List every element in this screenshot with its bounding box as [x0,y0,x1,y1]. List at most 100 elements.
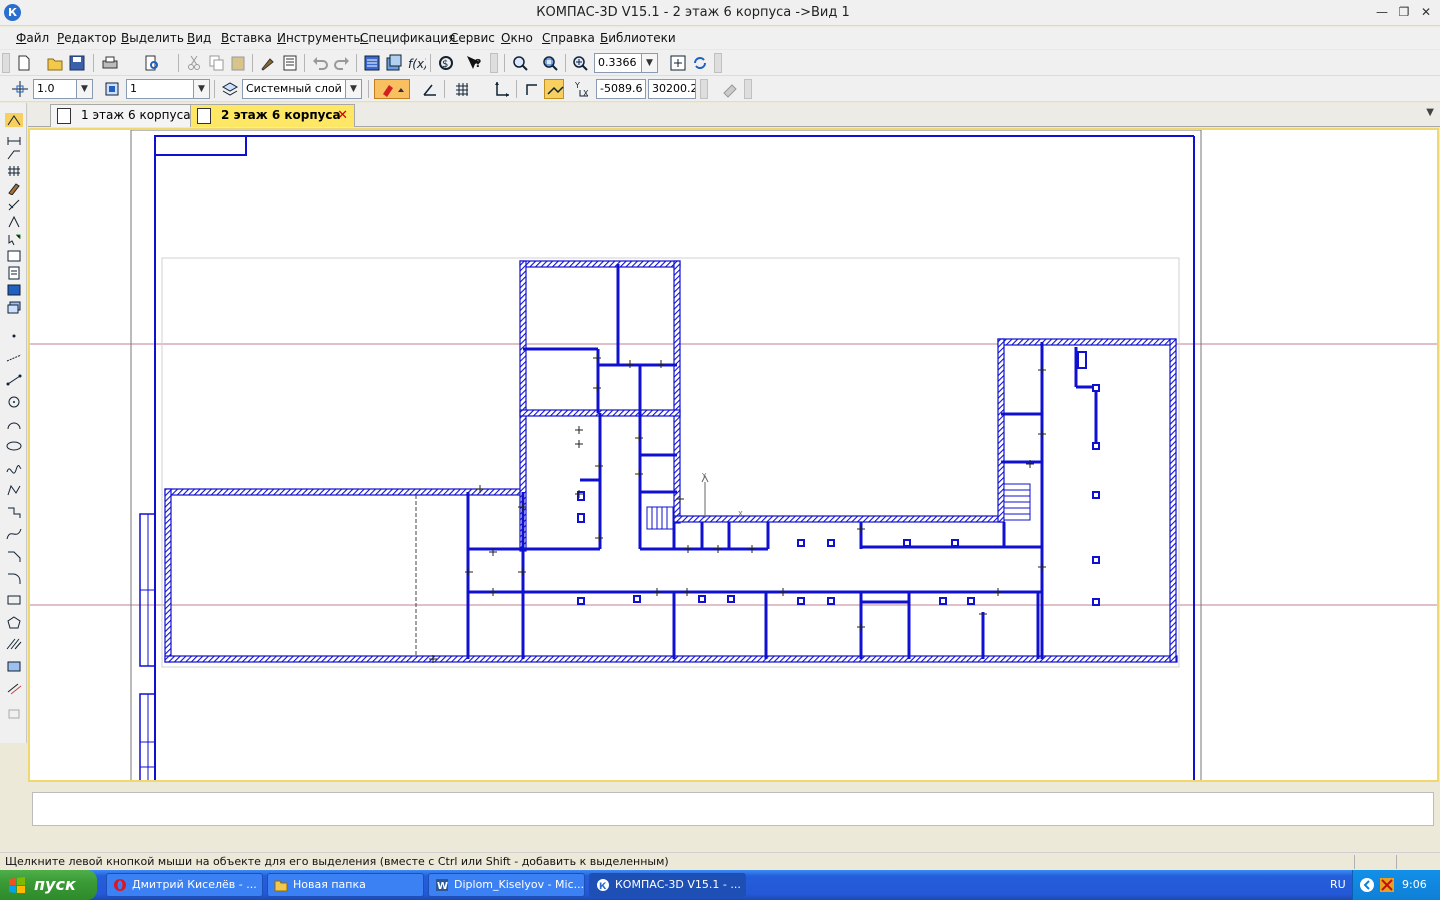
zoom-in-icon[interactable] [570,53,590,73]
cursor-x-field[interactable]: -5089.6 [596,79,646,99]
hatch-tool-icon[interactable] [5,637,23,651]
open-folder-icon[interactable] [45,53,65,73]
reports-tool-icon[interactable] [5,266,23,280]
step-dropdown-arrow-icon[interactable]: ▼ [77,79,93,99]
measure-tool-icon[interactable] [5,215,23,229]
toolbar-grip[interactable] [714,53,722,73]
properties-icon[interactable] [280,53,300,73]
local-coordinates-icon[interactable] [492,79,512,99]
zoom-window-icon[interactable] [510,53,530,73]
menu-select[interactable]: Выделить [121,31,184,45]
taskbar-item-word[interactable]: W Diplom_Kiselyov - Mic... [428,873,585,897]
zoom-dropdown-arrow-icon[interactable]: ▼ [642,53,658,73]
segment-tool-icon[interactable] [5,373,23,387]
chamfer-tool-icon[interactable] [5,549,23,563]
menu-tools[interactable]: Инструменты [277,31,363,45]
cursor-coordinates-icon[interactable]: YX [574,79,594,99]
drawing-canvas[interactable]: Y X [28,128,1439,782]
menu-libraries[interactable]: Библиотеки [600,31,676,45]
current-view-icon[interactable] [102,79,122,99]
help-pointer-icon[interactable]: ? [464,53,484,73]
paste-icon[interactable] [228,53,248,73]
designations-tool-icon[interactable] [5,147,23,161]
equidistant-tool-icon[interactable] [5,681,23,695]
cursor-y-field[interactable]: 30200.2 [648,79,696,99]
fillet-tool-icon[interactable] [5,571,23,585]
ellipse-tool-icon[interactable] [5,439,23,453]
taskbar-item-kompas[interactable]: К КОМПАС-3D V15.1 - ... [589,873,746,897]
geometry-tool-icon[interactable] [5,113,23,127]
menu-file[interactable]: Файл [16,31,49,45]
tray-expand-icon[interactable] [1359,877,1375,893]
toolbar-grip[interactable] [744,79,752,99]
format-brush-icon[interactable] [258,53,278,73]
snap-magnet-icon[interactable] [374,79,410,99]
pan-icon[interactable] [668,53,688,73]
zoom-fit-icon[interactable] [540,53,560,73]
menu-help[interactable]: Справка [542,31,595,45]
redo-icon[interactable] [332,53,352,73]
dimensions-tool-icon[interactable] [5,131,23,145]
fill-tool-icon[interactable] [5,659,23,673]
menu-service[interactable]: Сервис [450,31,495,45]
collection-tool-icon[interactable] [5,505,23,519]
building-designations-icon[interactable] [5,164,23,178]
language-indicator[interactable]: RU [1330,878,1346,891]
print-preview-icon[interactable] [142,53,162,73]
polygon-tool-icon[interactable] [5,615,23,629]
step-cursor-icon[interactable] [10,79,30,99]
menu-window[interactable]: Окно [501,31,533,45]
toolbar-grip[interactable] [2,53,10,73]
menu-insert[interactable]: Вставка [221,31,272,45]
layer-icon[interactable] [220,79,240,99]
auxiliary-line-icon[interactable] [5,351,23,365]
cut-icon[interactable] [184,53,204,73]
taskbar-item-folder[interactable]: Новая папка [267,873,424,897]
spec-tool-icon[interactable] [5,249,23,263]
tabs-menu-chevron-icon[interactable]: ▼ [1426,107,1434,118]
orthogonal-mode-icon[interactable] [522,79,542,99]
parametrization-tool-icon[interactable] [5,198,23,212]
copy-icon[interactable] [206,53,226,73]
taskbar-item-opera[interactable]: Дмитрий Киселёв - ... [106,873,263,897]
menu-specification[interactable]: Спецификация [360,31,455,45]
rectangle-tool-icon[interactable] [5,593,23,607]
spline-tool-icon[interactable] [5,461,23,475]
refresh-icon[interactable] [690,53,710,73]
close-tab-icon[interactable]: ✕ [337,105,348,126]
tray-app-icon[interactable] [1379,877,1395,893]
layer-dropdown-arrow-icon[interactable]: ▼ [346,79,362,99]
orthogonal-icon[interactable] [420,79,440,99]
close-button[interactable]: ✕ [1416,4,1436,21]
restore-button[interactable]: ❐ [1394,4,1414,21]
function-icon[interactable]: f(x) [406,53,429,73]
new-document-icon[interactable] [14,53,34,73]
print-icon[interactable] [100,53,120,73]
arc-tool-icon[interactable] [5,417,23,431]
circle-tool-icon[interactable] [5,395,23,409]
select-tool-icon[interactable] [5,232,23,246]
bezier-tool-icon[interactable] [5,527,23,541]
start-button[interactable]: пуск [0,870,97,900]
point-tool-icon[interactable] [5,329,23,343]
edit-tool-icon[interactable] [5,181,23,196]
fragment-tool-icon[interactable] [5,300,23,314]
toolbar-grip[interactable] [700,79,708,99]
polyline-tool-icon[interactable] [5,483,23,497]
library-icon[interactable] [384,53,404,73]
menu-edit[interactable]: Редактор [57,31,116,45]
property-bar-area[interactable] [32,792,1434,826]
view-dropdown-arrow-icon[interactable]: ▼ [194,79,210,99]
minimize-button[interactable]: — [1372,4,1392,21]
cursor-step-field[interactable]: 1.0 [33,79,77,99]
undo-icon[interactable] [310,53,330,73]
save-icon[interactable] [67,53,87,73]
grid-icon[interactable] [452,79,472,99]
manager-icon[interactable] [362,53,382,73]
variables-icon[interactable]: $ [436,53,456,73]
toolbar-grip[interactable] [490,53,498,73]
tab-floor-1[interactable]: 1 этаж 6 корпуса [50,104,200,127]
current-layer-field[interactable]: Системный слой (0) [242,79,346,99]
menu-view[interactable]: Вид [187,31,211,45]
tab-floor-2[interactable]: 2 этаж 6 корпуса ✕ [190,104,355,127]
